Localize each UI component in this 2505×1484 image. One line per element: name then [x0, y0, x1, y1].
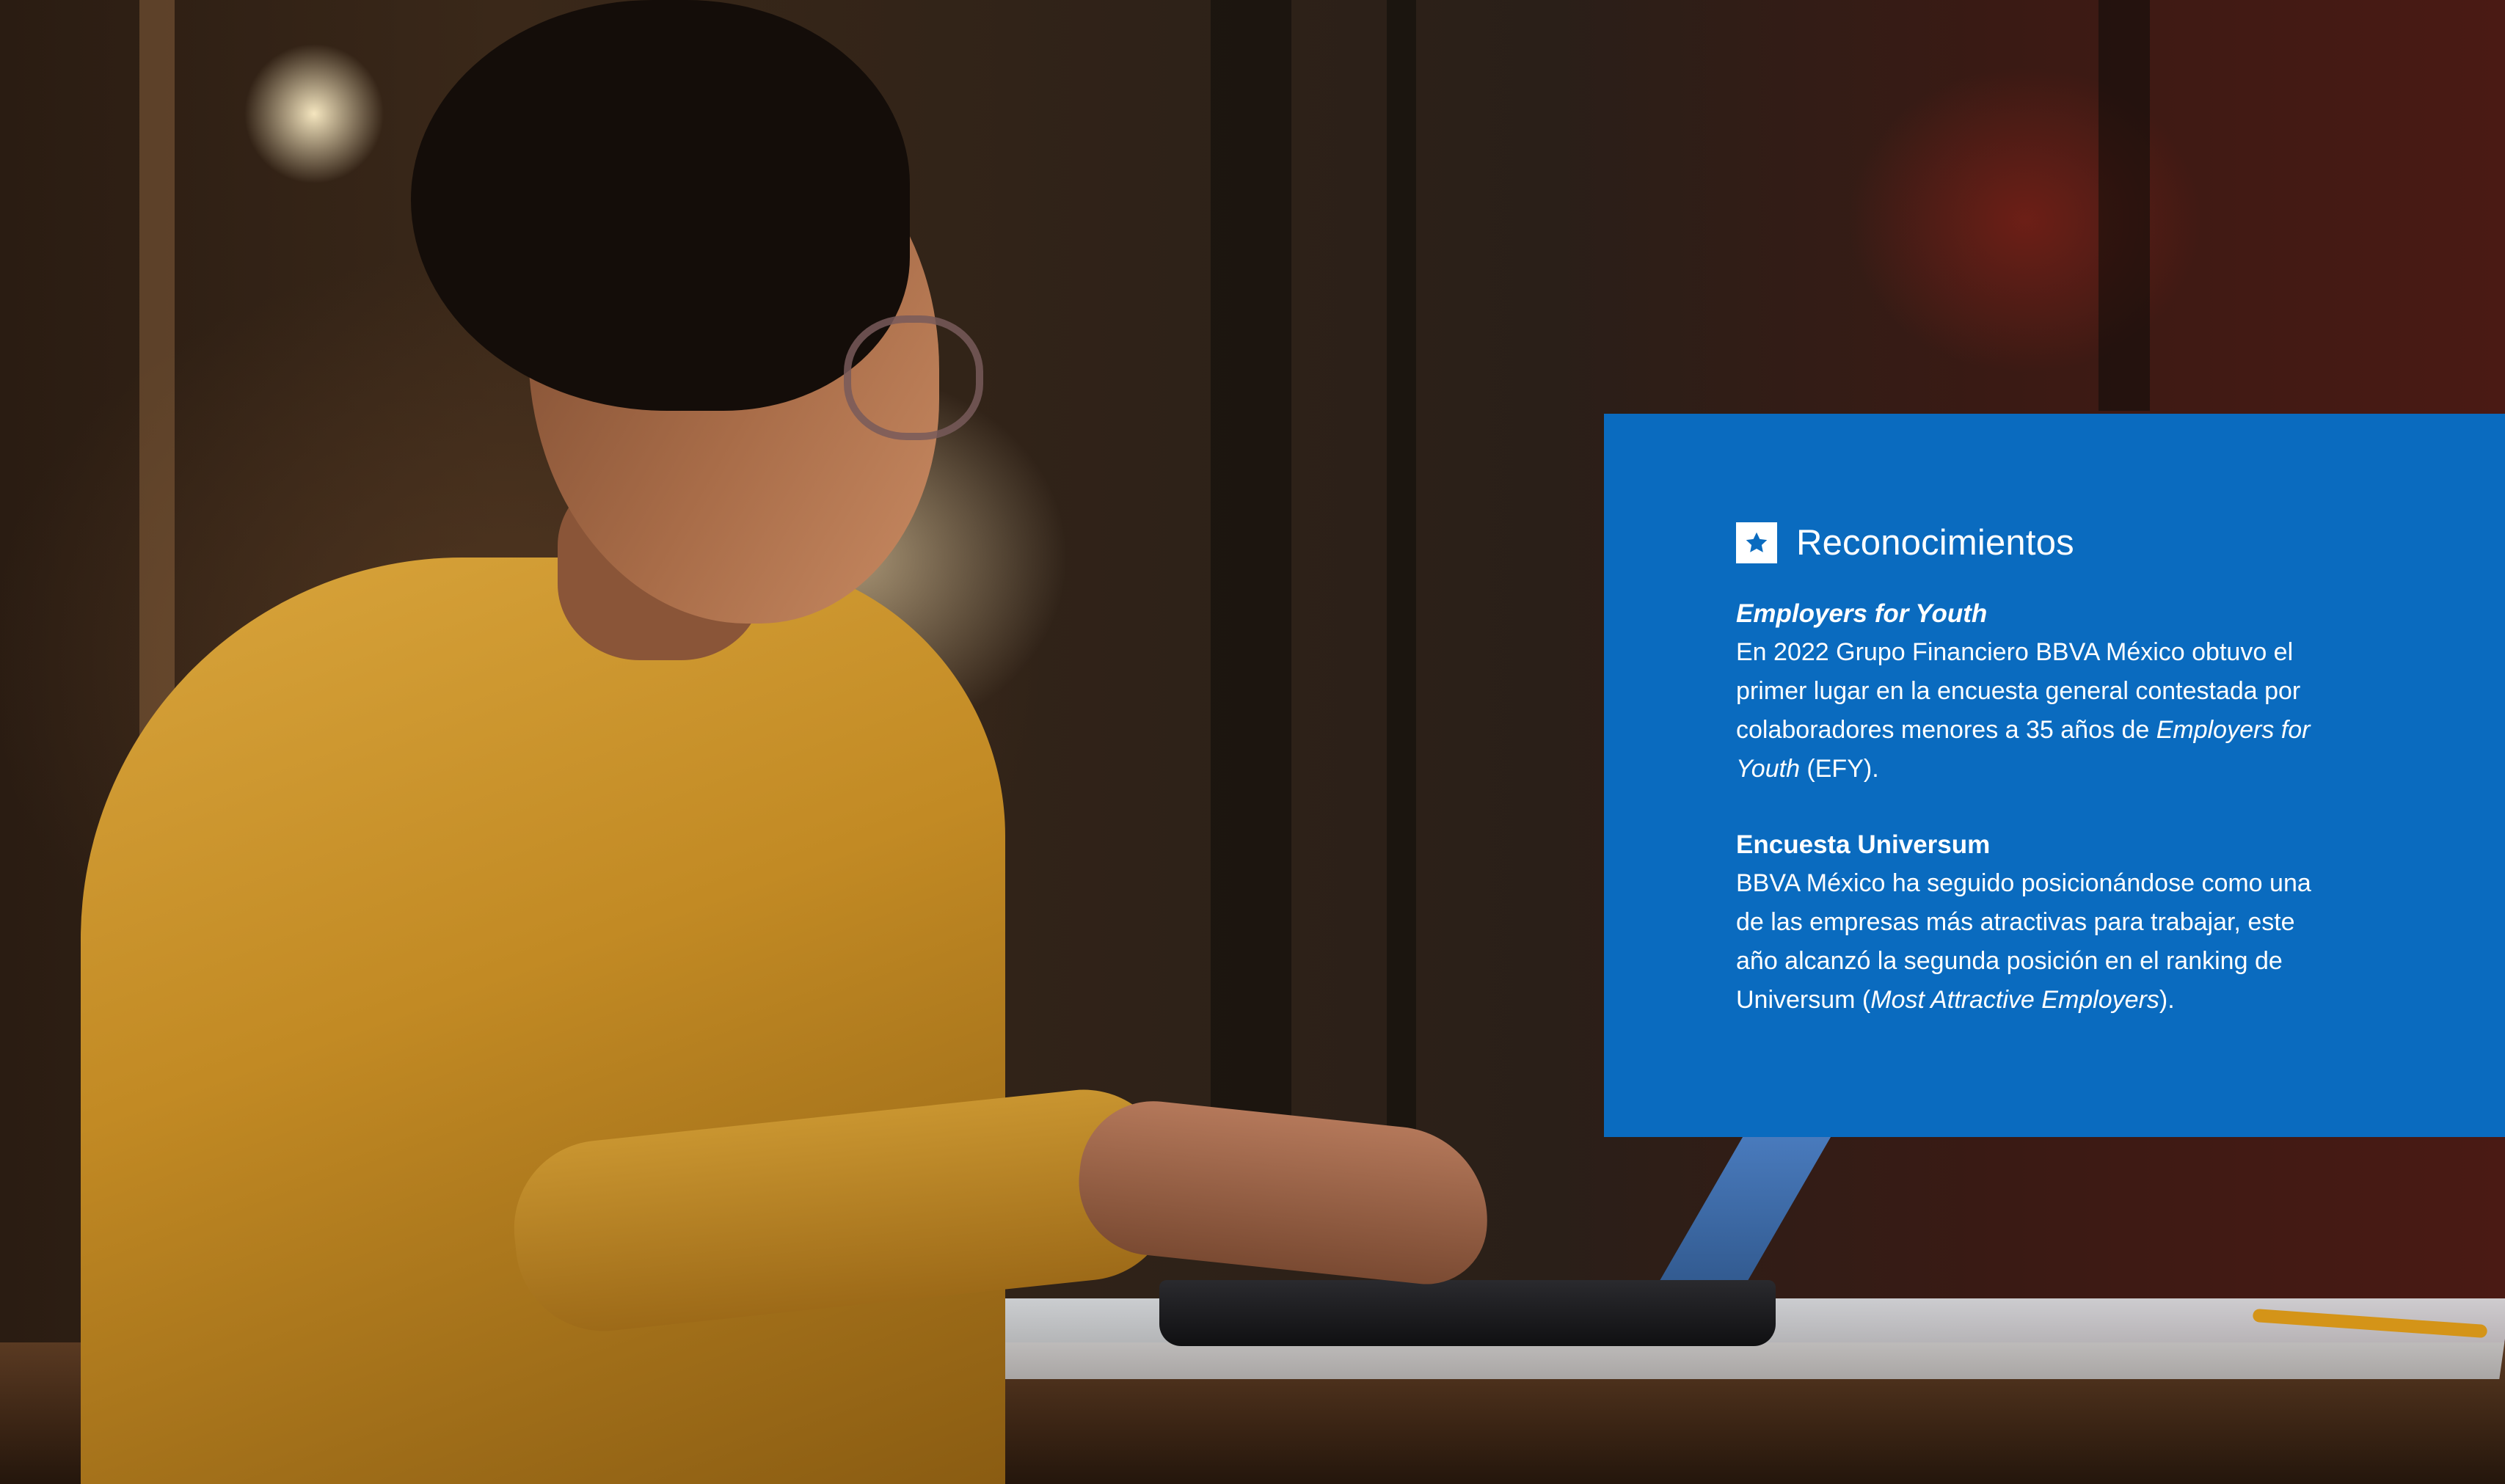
person-sweater: [81, 558, 1005, 1484]
card-title: Reconocimientos: [1796, 523, 2074, 563]
person-hair: [411, 0, 910, 411]
item-title-employers-for-youth: Employers for Youth: [1736, 599, 1988, 628]
window-frame: [2099, 0, 2150, 411]
page: Reconocimientos Employers for Youth En 2…: [0, 0, 2505, 1484]
glasses: [844, 315, 983, 440]
body-text: ).: [2159, 986, 2175, 1014]
card-header: Reconocimientos: [1736, 522, 2417, 563]
body-text-italic: Most Attractive Employers: [1870, 986, 2159, 1014]
body-text: (EFY).: [1799, 755, 1879, 783]
star-icon: [1736, 522, 1777, 563]
laptop: [1159, 1280, 1776, 1346]
window-frame: [1387, 0, 1416, 1174]
item-body-encuesta-universum: BBVA México ha seguido posicionándose co…: [1736, 864, 2338, 1020]
window-frame: [1211, 0, 1291, 1247]
recognitions-card: Reconocimientos Employers for Youth En 2…: [1604, 414, 2505, 1137]
item-title-encuesta-universum: Encuesta Universum: [1736, 830, 1991, 859]
item-body-employers-for-youth: En 2022 Grupo Financiero BBVA México obt…: [1736, 633, 2338, 789]
